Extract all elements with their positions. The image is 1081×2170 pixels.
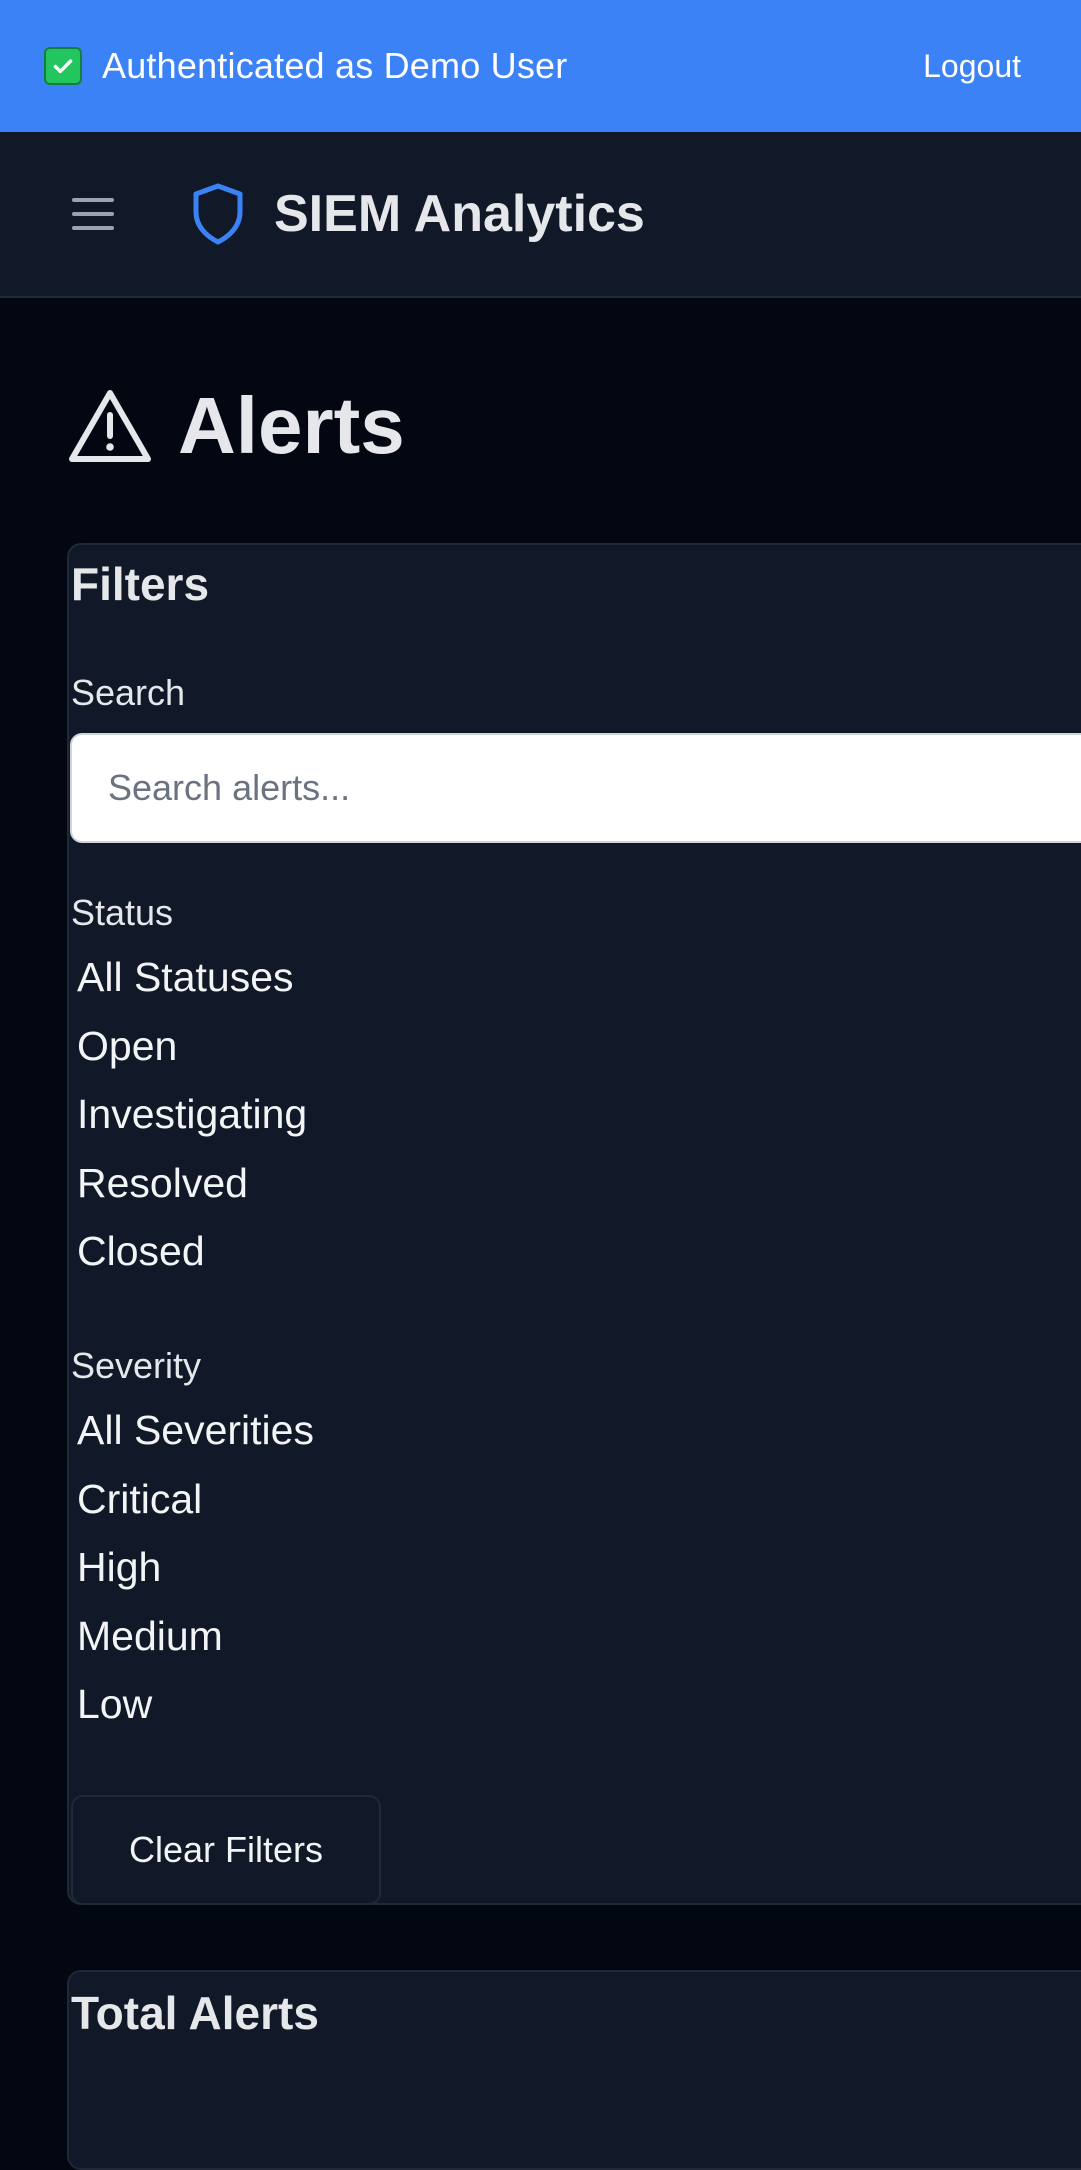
app-header: SIEM Analytics — [0, 132, 1081, 298]
filters-heading: Filters — [71, 558, 210, 610]
search-input[interactable] — [70, 733, 1081, 843]
total-alerts-title: Total Alerts — [71, 1987, 319, 2039]
clear-filters-button[interactable]: Clear Filters — [71, 1795, 381, 1905]
severity-label: Severity — [71, 1345, 202, 1386]
status-option-closed[interactable]: Closed — [77, 1217, 307, 1286]
severity-option-all[interactable]: All Severities — [77, 1396, 314, 1465]
page-title: Alerts — [178, 381, 405, 470]
brand[interactable]: SIEM Analytics — [190, 182, 645, 246]
search-label: Search — [71, 672, 186, 713]
status-option-all[interactable]: All Statuses — [77, 943, 307, 1012]
logout-button[interactable]: Logout — [923, 48, 1021, 85]
severity-option-low[interactable]: Low — [77, 1670, 314, 1739]
hamburger-menu-icon[interactable] — [70, 194, 116, 234]
status-label: Status — [71, 892, 174, 933]
status-option-open[interactable]: Open — [77, 1012, 307, 1081]
severity-select[interactable]: All Severities Critical High Medium Low — [77, 1396, 314, 1739]
status-select[interactable]: All Statuses Open Investigating Resolved… — [77, 943, 307, 1286]
brand-title: SIEM Analytics — [274, 185, 645, 243]
severity-option-medium[interactable]: Medium — [77, 1602, 314, 1671]
severity-option-critical[interactable]: Critical — [77, 1465, 314, 1534]
auth-status-text: Authenticated as Demo User — [102, 45, 568, 86]
total-alerts-card: Total Alerts — [67, 1970, 1081, 2170]
warning-triangle-icon — [69, 390, 151, 462]
status-option-resolved[interactable]: Resolved — [77, 1149, 307, 1218]
severity-option-high[interactable]: High — [77, 1533, 314, 1602]
status-option-investigating[interactable]: Investigating — [77, 1080, 307, 1149]
check-box-icon — [44, 47, 82, 85]
shield-icon — [193, 183, 243, 245]
filters-panel: Filters Search Status All Statuses Open … — [67, 543, 1081, 1905]
auth-banner: Authenticated as Demo User Logout — [0, 0, 1081, 132]
page-header: Alerts — [68, 380, 405, 472]
